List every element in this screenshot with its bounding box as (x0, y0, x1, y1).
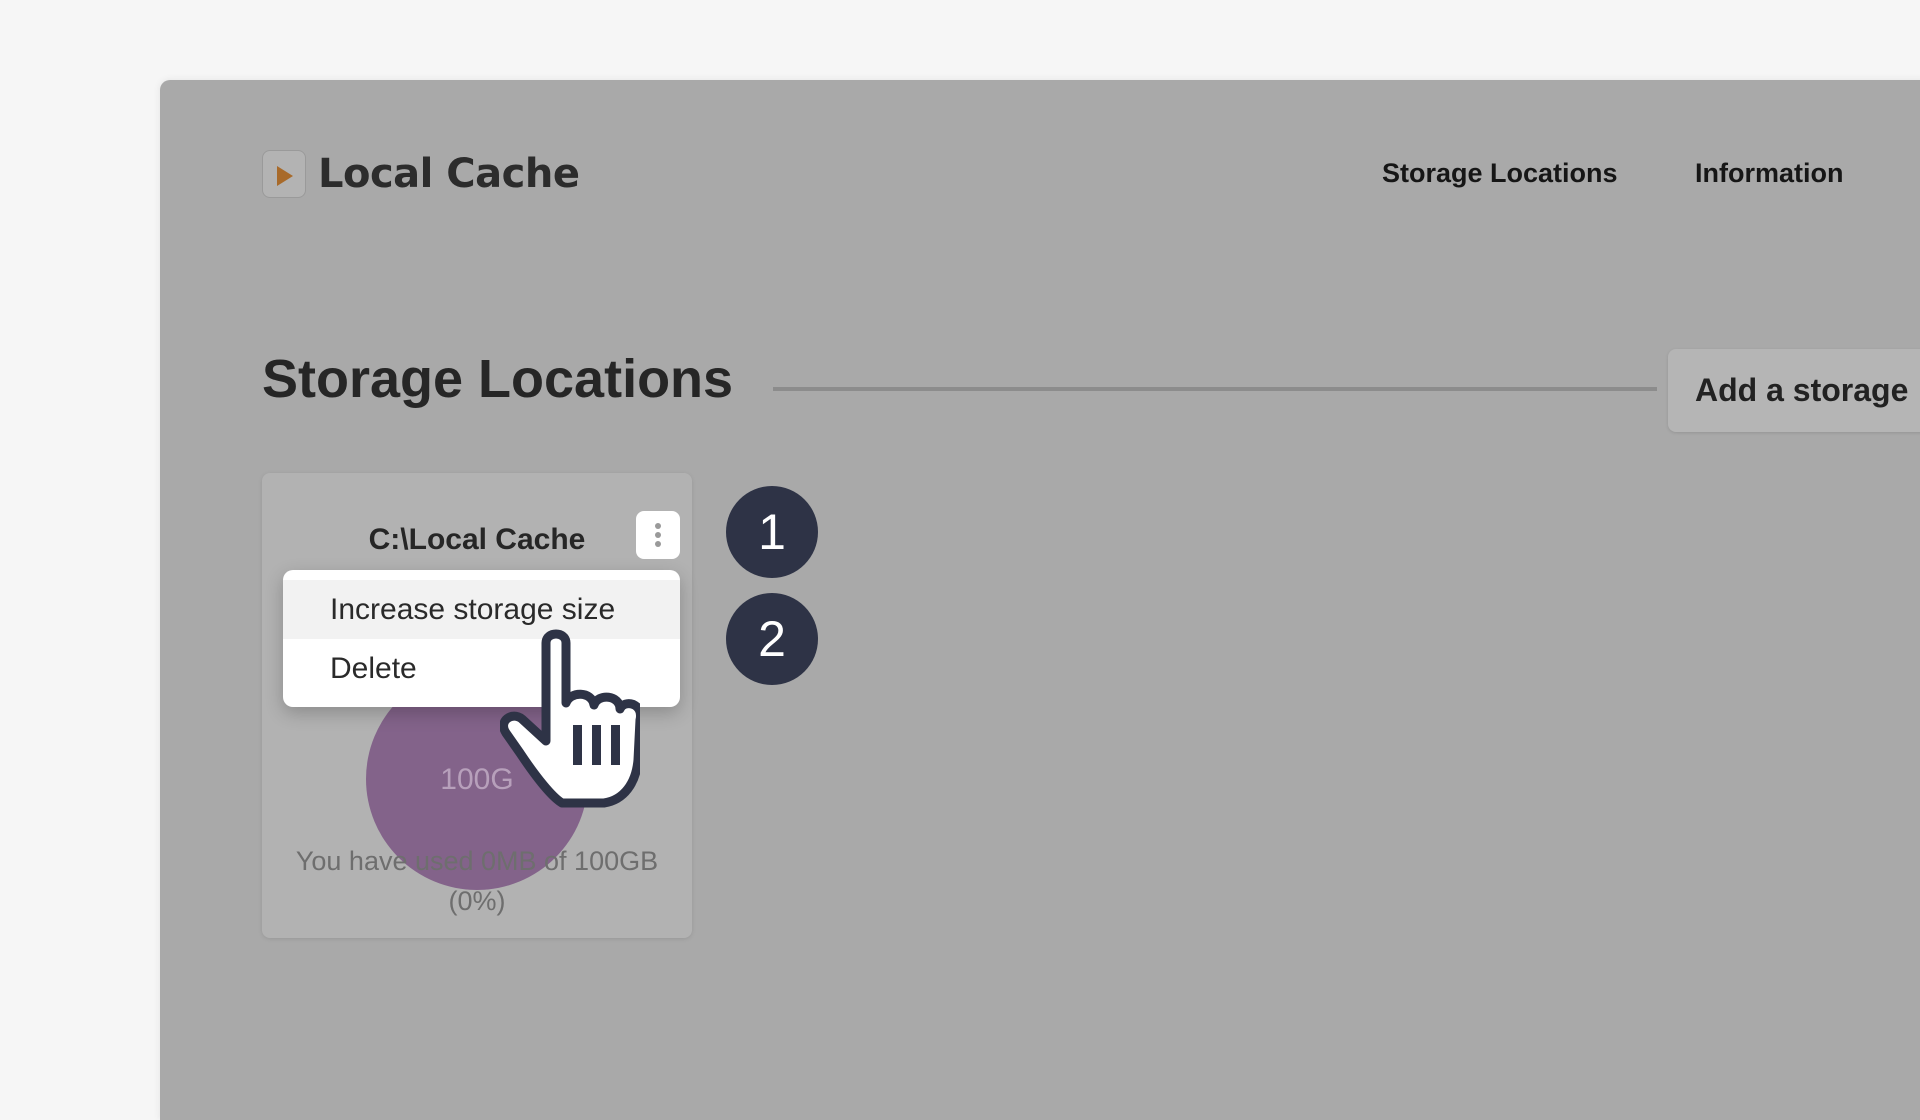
app-name: Local Cache (318, 151, 580, 197)
add-storage-button[interactable]: Add a storage (1668, 349, 1920, 432)
step-badge-2: 2 (726, 593, 818, 685)
storage-path: C:\Local Cache (368, 523, 586, 556)
usage-percent: (0%) (448, 886, 506, 916)
title-divider (773, 387, 1657, 391)
page-title: Storage Locations (262, 349, 734, 409)
usage-text: You have used 0MB of 100GB (0%) (282, 841, 672, 921)
nav-storage-locations[interactable]: Storage Locations (1382, 158, 1618, 189)
more-vertical-icon[interactable] (636, 511, 680, 559)
hand-pointer-icon (499, 625, 645, 815)
usage-line: You have used 0MB of 100GB (295, 846, 659, 876)
play-icon (262, 150, 306, 198)
nav-information[interactable]: Information (1695, 158, 1844, 189)
step-badge-1: 1 (726, 486, 818, 578)
app-logo[interactable]: Local Cache (262, 150, 580, 198)
